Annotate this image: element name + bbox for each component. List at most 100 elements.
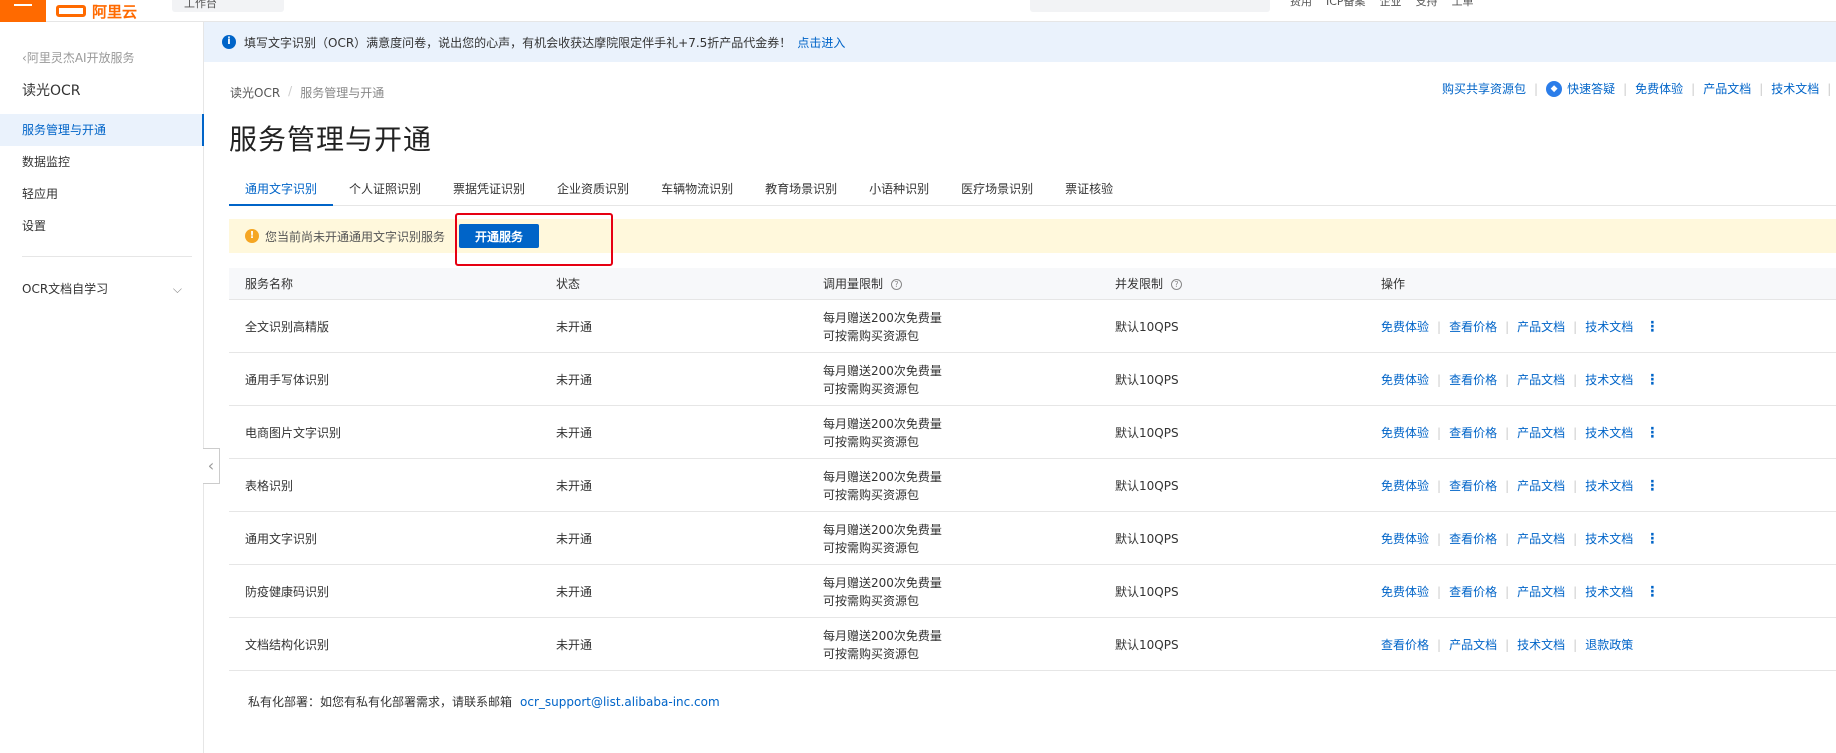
tab-vehicle[interactable]: 车辆物流识别 (645, 178, 749, 206)
link-separator: | (1691, 81, 1696, 96)
header-quota: 调用量限制? (823, 268, 903, 300)
top-link[interactable]: 费用 (1290, 0, 1312, 12)
op-link[interactable]: 技术文档 (1585, 318, 1633, 335)
top-link[interactable]: 支持 (1416, 0, 1438, 12)
sidebar-item-data-monitor[interactable]: 数据监控 (0, 146, 204, 178)
op-link[interactable]: 查看价格 (1449, 371, 1497, 388)
breadcrumb: 读光OCR / 服务管理与开通 (230, 84, 384, 101)
workbench-button[interactable]: 工作台 (172, 0, 284, 12)
notice-link[interactable]: 点击进入 (797, 34, 845, 51)
top-link[interactable]: ICP备案 (1326, 0, 1366, 12)
op-separator: | (1437, 584, 1442, 599)
op-separator: | (1573, 319, 1578, 334)
op-link[interactable]: 技术文档 (1585, 583, 1633, 600)
footer-text: 私有化部署：如您有私有化部署需求，请联系邮箱 (248, 695, 513, 709)
op-link[interactable]: 产品文档 (1517, 318, 1565, 335)
quota-buy: 可按需购买资源包 (823, 381, 920, 396)
help-icon[interactable]: ? (1171, 278, 1183, 290)
service-actions: 免费体验 | 查看价格 | 产品文档 | 技术文档 ⋮ (1381, 459, 1659, 512)
product-doc-link[interactable]: 产品文档 (1703, 80, 1751, 97)
top-link[interactable]: 企业 (1380, 0, 1402, 12)
more-vertical-icon[interactable]: ⋮ (1645, 531, 1659, 547)
breadcrumb-item[interactable]: 读光OCR (230, 84, 280, 101)
search-input[interactable] (1030, 0, 1270, 12)
more-vertical-icon[interactable]: ⋮ (1645, 584, 1659, 600)
free-trial-link[interactable]: 免费体验 (1635, 80, 1683, 97)
op-link[interactable]: 产品文档 (1517, 424, 1565, 441)
op-link[interactable]: 免费体验 (1381, 318, 1429, 335)
op-link[interactable]: 查看价格 (1449, 424, 1497, 441)
op-link[interactable]: 技术文档 (1585, 424, 1633, 441)
tab-minor-language[interactable]: 小语种识别 (853, 178, 945, 206)
quota-free: 每月赠送200次免费量 (823, 310, 942, 325)
quick-qa-link[interactable]: 快速答疑 (1567, 80, 1615, 97)
sidebar-collapse-handle[interactable]: ‹ (203, 448, 220, 484)
service-actions: 免费体验 | 查看价格 | 产品文档 | 技术文档 ⋮ (1381, 353, 1659, 406)
op-link[interactable]: 免费体验 (1381, 530, 1429, 547)
op-link[interactable]: 技术文档 (1517, 636, 1565, 653)
support-email-link[interactable]: ocr_support@list.alibaba-inc.com (520, 695, 720, 709)
quota-buy: 可按需购买资源包 (823, 593, 920, 608)
tab-general-text[interactable]: 通用文字识别 (229, 178, 334, 206)
op-link[interactable]: 查看价格 (1449, 530, 1497, 547)
op-link[interactable]: 免费体验 (1381, 424, 1429, 441)
tab-education[interactable]: 教育场景识别 (749, 178, 853, 206)
service-status: 未开通 (556, 479, 593, 493)
op-link[interactable]: 免费体验 (1381, 477, 1429, 494)
op-link[interactable]: 技术文档 (1585, 530, 1633, 547)
op-link[interactable]: 技术文档 (1585, 371, 1633, 388)
more-vertical-icon[interactable]: ⋮ (1645, 478, 1659, 494)
tab-personal-id[interactable]: 个人证照识别 (333, 178, 437, 206)
header-concurrency: 并发限制? (1115, 268, 1183, 300)
op-link[interactable]: 查看价格 (1449, 583, 1497, 600)
sidebar-item-settings[interactable]: 设置 (0, 210, 204, 242)
op-link[interactable]: 产品文档 (1517, 477, 1565, 494)
tab-bills[interactable]: 票据凭证识别 (437, 178, 541, 206)
service-actions: 免费体验 | 查看价格 | 产品文档 | 技术文档 ⋮ (1381, 406, 1659, 459)
sidebar-item-light-app[interactable]: 轻应用 (0, 178, 204, 210)
logo-text: 阿里云 (92, 2, 138, 21)
op-separator: | (1437, 531, 1442, 546)
table-body: 全文识别高精版 未开通 每月赠送200次免费量 可按需购买资源包 默认10QPS 免费体验… (229, 300, 1836, 671)
help-icon[interactable]: ? (891, 278, 903, 290)
op-link[interactable]: 产品文档 (1517, 371, 1565, 388)
op-link[interactable]: 查看价格 (1449, 318, 1497, 335)
tab-enterprise[interactable]: 企业资质识别 (541, 178, 645, 206)
op-separator: | (1437, 637, 1442, 652)
op-link[interactable]: 退款政策 (1585, 636, 1633, 653)
quota-free: 每月赠送200次免费量 (823, 628, 942, 643)
op-separator: | (1573, 478, 1578, 493)
hamburger-menu-button[interactable] (0, 0, 46, 22)
op-separator: | (1505, 531, 1510, 546)
op-link[interactable]: 技术文档 (1585, 477, 1633, 494)
alert-text: 您当前尚未开通通用文字识别服务 (265, 229, 446, 244)
more-vertical-icon[interactable]: ⋮ (1645, 319, 1659, 335)
op-separator: | (1505, 478, 1510, 493)
op-link[interactable]: 免费体验 (1381, 583, 1429, 600)
tab-medical[interactable]: 医疗场景识别 (945, 178, 1049, 206)
op-link[interactable]: 查看价格 (1381, 636, 1429, 653)
table-row: 全文识别高精版 未开通 每月赠送200次免费量 可按需购买资源包 默认10QPS 免费体验… (229, 300, 1836, 353)
tech-doc-link[interactable]: 技术文档 (1771, 80, 1819, 97)
op-link[interactable]: 产品文档 (1517, 530, 1565, 547)
more-vertical-icon[interactable]: ⋮ (1645, 372, 1659, 388)
service-actions: 免费体验 | 查看价格 | 产品文档 | 技术文档 ⋮ (1381, 565, 1659, 618)
sidebar-group-ocr-self-learning[interactable]: OCR文档自学习 ⌵ (0, 273, 204, 305)
more-vertical-icon[interactable]: ⋮ (1645, 425, 1659, 441)
op-link[interactable]: 免费体验 (1381, 371, 1429, 388)
op-link[interactable]: 产品文档 (1449, 636, 1497, 653)
sidebar-item-service-management[interactable]: 服务管理与开通 (0, 114, 204, 146)
service-name: 电商图片文字识别 (245, 426, 342, 440)
top-link[interactable]: 工单 (1452, 0, 1474, 12)
service-concurrency: 默认10QPS (1115, 532, 1179, 546)
buy-resource-link[interactable]: 购买共享资源包 (1442, 80, 1526, 97)
tab-verification[interactable]: 票证核验 (1049, 178, 1129, 206)
back-link[interactable]: ‹阿里灵杰AI开放服务 (22, 49, 135, 66)
table-row: 通用手写体识别 未开通 每月赠送200次免费量 可按需购买资源包 默认10QPS 免费体验… (229, 353, 1836, 406)
aliyun-logo[interactable]: 阿里云 (56, 0, 137, 22)
service-quota: 每月赠送200次免费量 可按需购买资源包 (823, 459, 942, 512)
op-link[interactable]: 查看价格 (1449, 477, 1497, 494)
table-row: 防疫健康码识别 未开通 每月赠送200次免费量 可按需购买资源包 默认10QPS 免费体验… (229, 565, 1836, 618)
service-concurrency: 默认10QPS (1115, 585, 1179, 599)
op-link[interactable]: 产品文档 (1517, 583, 1565, 600)
